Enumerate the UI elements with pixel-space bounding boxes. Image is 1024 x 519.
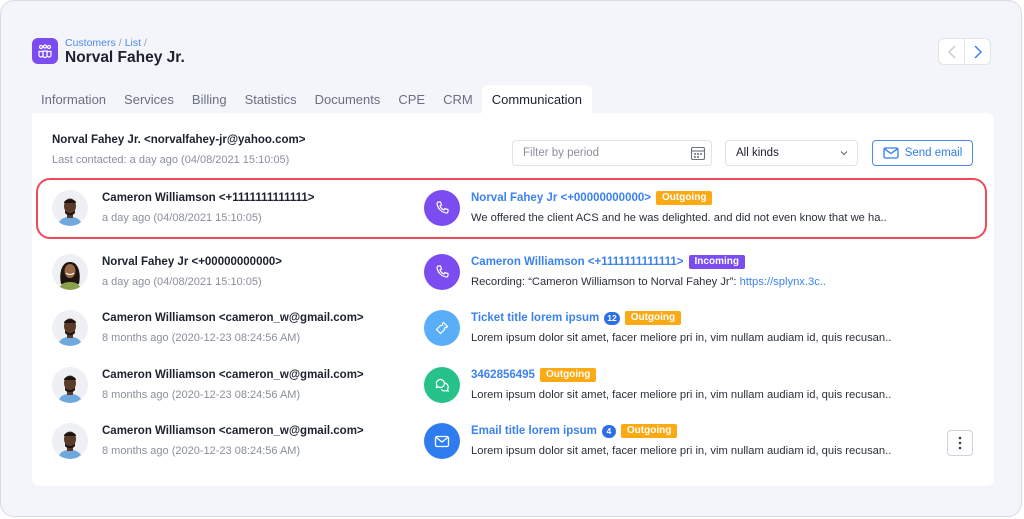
item-timestamp: 8 months ago (2020-12-23 08:24:56 AM) — [102, 445, 301, 457]
chevron-left-icon — [947, 44, 956, 59]
recording-link[interactable]: https://splynx.3c.. — [740, 276, 826, 288]
tab-statistics[interactable]: Statistics — [236, 85, 306, 114]
participant-name: Cameron Williamson <cameron_w@gmail.com> — [102, 369, 364, 381]
tab-crm[interactable]: CRM — [434, 85, 482, 114]
envelope-icon — [424, 423, 460, 459]
item-timestamp: a day ago (04/08/2021 15:10:05) — [102, 212, 262, 224]
item-title-line: Cameron Williamson <+1111111111111> Incom… — [471, 255, 745, 269]
kind-select[interactable]: All kinds — [725, 140, 858, 166]
item-preview: Lorem ipsum dolor sit amet, facer melior… — [471, 445, 891, 457]
direction-badge: Incoming — [688, 255, 745, 269]
item-title-line: Ticket title lorem ipsum 12 Outgoing — [471, 311, 682, 325]
avatar — [52, 367, 88, 403]
count-badge: 4 — [601, 424, 616, 438]
send-email-label: Send email — [904, 147, 963, 159]
tab-cpe[interactable]: CPE — [389, 85, 434, 114]
chat-bubbles-icon — [424, 367, 460, 403]
direction-badge: Outgoing — [656, 191, 713, 205]
tab-documents[interactable]: Documents — [306, 85, 390, 114]
item-preview-text: Recording: “Cameron Williamson to Norval… — [471, 276, 740, 288]
item-title-line: 3462856495 Outgoing — [471, 368, 597, 382]
item-title-line: Norval Fahey Jr <+00000000000> Outgoing — [471, 191, 713, 205]
phone-icon — [424, 254, 460, 290]
more-actions-button[interactable] — [947, 430, 973, 456]
item-preview-text: Lorem ipsum dolor sit amet, facer melior… — [471, 445, 892, 457]
avatar — [52, 254, 88, 290]
envelope-icon — [883, 147, 899, 159]
item-timestamp: 8 months ago (2020-12-23 08:24:56 AM) — [102, 332, 301, 344]
breadcrumb: Customers / List / — [65, 37, 150, 49]
breadcrumb-separator: / — [144, 37, 147, 49]
item-title-link[interactable]: Norval Fahey Jr <+00000000000> — [471, 192, 651, 204]
item-timestamp: 8 months ago (2020-12-23 08:24:56 AM) — [102, 389, 301, 401]
breadcrumb-list[interactable]: List — [125, 37, 141, 49]
next-record-button[interactable] — [964, 39, 990, 64]
vertical-dots-icon — [958, 436, 962, 450]
tab-services[interactable]: Services — [115, 85, 183, 114]
ticket-icon — [424, 310, 460, 346]
tab-billing[interactable]: Billing — [183, 85, 236, 114]
item-title-line: Email title lorem ipsum 4 Outgoing — [471, 424, 678, 438]
avatar — [52, 190, 88, 226]
record-navigation — [938, 38, 991, 65]
item-title-link[interactable]: 3462856495 — [471, 369, 535, 381]
customers-group-icon — [32, 38, 58, 64]
filter-by-period-input[interactable]: Filter by period — [512, 140, 712, 166]
item-preview-text: Lorem ipsum dolor sit amet, facer melior… — [471, 332, 892, 344]
send-email-button[interactable]: Send email — [872, 140, 973, 166]
calendar-icon — [690, 146, 706, 161]
breadcrumb-separator: / — [118, 37, 122, 49]
participant-name: Cameron Williamson <cameron_w@gmail.com> — [102, 425, 364, 437]
filter-placeholder: Filter by period — [523, 147, 600, 159]
page-title: Norval Fahey Jr. — [65, 49, 185, 66]
kind-select-value: All kinds — [736, 147, 779, 159]
item-preview: Lorem ipsum dolor sit amet, facer melior… — [471, 332, 891, 344]
item-title-link[interactable]: Email title lorem ipsum — [471, 425, 597, 437]
count-badge: 12 — [604, 311, 620, 325]
avatar — [52, 423, 88, 459]
participant-name: Cameron Williamson <cameron_w@gmail.com> — [102, 312, 364, 324]
avatar — [52, 310, 88, 346]
item-preview: We offered the client ACS and he was del… — [471, 212, 887, 224]
phone-icon — [424, 190, 460, 226]
communication-panel: Norval Fahey Jr. <norvalfahey-jr@yahoo.c… — [32, 113, 994, 486]
app-frame: Customers / List / Norval Fahey Jr. Informa… — [0, 0, 1022, 517]
last-contacted: Last contacted: a day ago (04/08/2021 15… — [52, 154, 290, 166]
chevron-down-icon — [840, 151, 848, 156]
tab-bar: Information Services Billing Statistics … — [32, 85, 593, 114]
direction-badge: Outgoing — [539, 368, 597, 382]
item-preview: Recording: “Cameron Williamson to Norval… — [471, 276, 826, 288]
contact-name: Norval Fahey Jr. <norvalfahey-jr@yahoo.c… — [52, 134, 306, 146]
item-preview: Lorem ipsum dolor sit amet, facer melior… — [471, 389, 891, 401]
chevron-right-icon — [973, 44, 982, 59]
direction-badge: Outgoing — [624, 311, 682, 325]
item-timestamp: a day ago (04/08/2021 15:10:05) — [102, 276, 262, 288]
item-title-link[interactable]: Ticket title lorem ipsum — [471, 312, 599, 324]
selected-item-highlight — [36, 178, 987, 239]
breadcrumb-customers[interactable]: Customers — [65, 37, 116, 49]
tab-information[interactable]: Information — [32, 85, 115, 114]
item-preview-text: Lorem ipsum dolor sit amet, facer melior… — [471, 389, 892, 401]
item-title-link[interactable]: Cameron Williamson <+1111111111111> — [471, 256, 684, 268]
item-preview-text: We offered the client ACS and he was del… — [471, 212, 887, 224]
tab-communication[interactable]: Communication — [481, 85, 593, 114]
participant-name: Cameron Williamson <+1111111111111> — [102, 192, 315, 204]
previous-record-button[interactable] — [939, 39, 964, 64]
direction-badge: Outgoing — [620, 424, 678, 438]
participant-name: Norval Fahey Jr <+00000000000> — [102, 256, 282, 268]
